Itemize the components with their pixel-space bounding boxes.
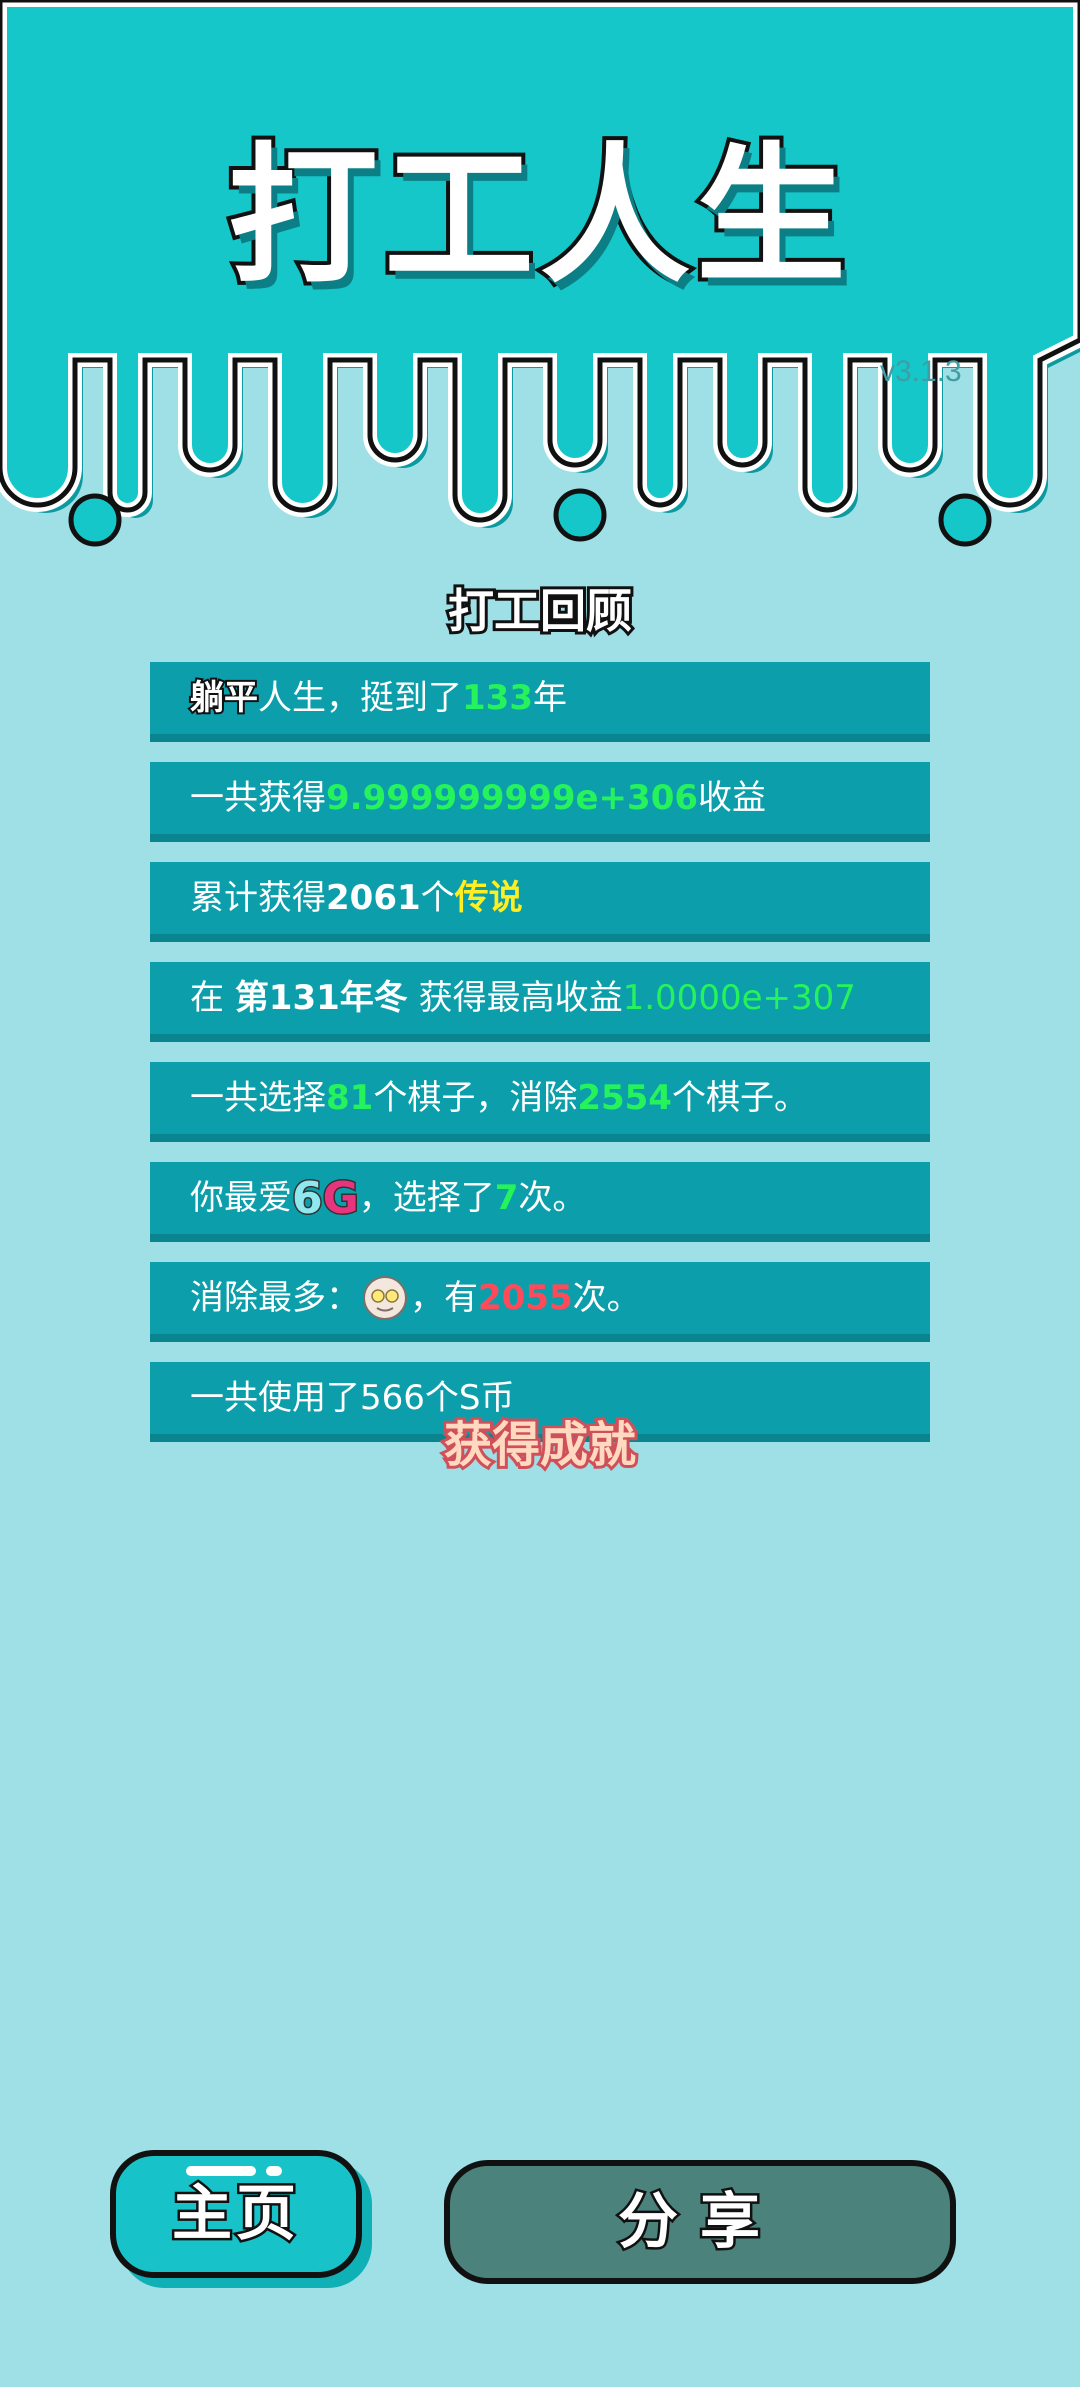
app-title: 打工人生 (224, 126, 852, 308)
achievements-title[interactable]: 获得成就 (0, 1405, 1080, 1476)
review-row: 累计获得2061个传说 (150, 862, 930, 942)
stat-value: 躺平 (188, 676, 260, 720)
stat-value: 第131年冬 (234, 978, 408, 1018)
review-row: 你最爱6G，选择了7次。 (150, 1162, 930, 1242)
stat-value: 7 (494, 1178, 519, 1218)
stat-text: ，有 (410, 1278, 478, 1318)
stat-value: 2554 (577, 1078, 672, 1118)
review-row: 一共获得9.999999999e+306收益 (150, 762, 930, 842)
review-row: 消除最多： ，有2055次。 (150, 1262, 930, 1342)
drip-droplet (68, 493, 122, 547)
review-row: 在 第131年冬 获得最高收益1.0000e+307 (150, 962, 930, 1042)
badge-char: G (321, 1172, 360, 1226)
review-row: 躺平人生，挺到了133年 (150, 662, 930, 742)
stat-value: 81 (326, 1078, 374, 1118)
button-highlight (266, 2166, 282, 2176)
drip-droplet (553, 488, 607, 542)
stat-text: 次。 (572, 1278, 641, 1318)
stat-text: 获得最高收益 (407, 978, 623, 1018)
stat-text: ，选择了 (358, 1178, 495, 1218)
stat-text: 人生，挺到了 (258, 678, 462, 718)
badge-char: 6 (291, 1172, 325, 1226)
stat-value: 1.0000e+307 (622, 978, 856, 1018)
stat-value: 9.999999999e+306 (326, 778, 699, 818)
old-man-avatar-icon (360, 1272, 410, 1322)
favorite-piece-6g: 6G (291, 1163, 361, 1235)
home-button-label: 主页 (170, 2177, 300, 2252)
stat-text: 你最爱 (190, 1178, 292, 1218)
stat-value: 2061 (326, 878, 421, 918)
stat-text: 一共选择 (190, 1078, 326, 1118)
version-label: v3.1.3 (880, 355, 962, 388)
stat-text: 收益 (698, 778, 767, 818)
stat-value: 传说 (454, 878, 523, 918)
stat-text: 个棋子，消除 (373, 1078, 578, 1118)
button-highlight (186, 2166, 256, 2176)
stat-text: 消除最多： (190, 1278, 360, 1318)
review-stats-list: 躺平人生，挺到了133年 一共获得9.999999999e+306收益 累计获得20… (150, 662, 930, 1462)
stat-text: 个棋子。 (671, 1078, 808, 1118)
stat-text: 一共获得 (190, 778, 326, 818)
stat-text: 累计获得 (190, 878, 326, 918)
stat-value: 2055 (478, 1278, 573, 1318)
drip-droplet (938, 493, 992, 547)
review-row: 一共选择81个棋子，消除2554个棋子。 (150, 1062, 930, 1142)
home-button[interactable]: 主页 (110, 2150, 362, 2278)
header: 打工人生 v3.1.3 (0, 0, 1080, 560)
stat-text: 年 (532, 678, 567, 718)
stat-text: 次。 (518, 1178, 587, 1218)
stat-text: 个 (420, 878, 455, 918)
share-button-label: 分享 (616, 2185, 782, 2260)
share-button[interactable]: 分享 (444, 2160, 956, 2284)
review-title: 打工回顾 (445, 581, 635, 641)
stat-text: 在 (190, 978, 235, 1018)
stat-value: 133 (462, 678, 533, 718)
